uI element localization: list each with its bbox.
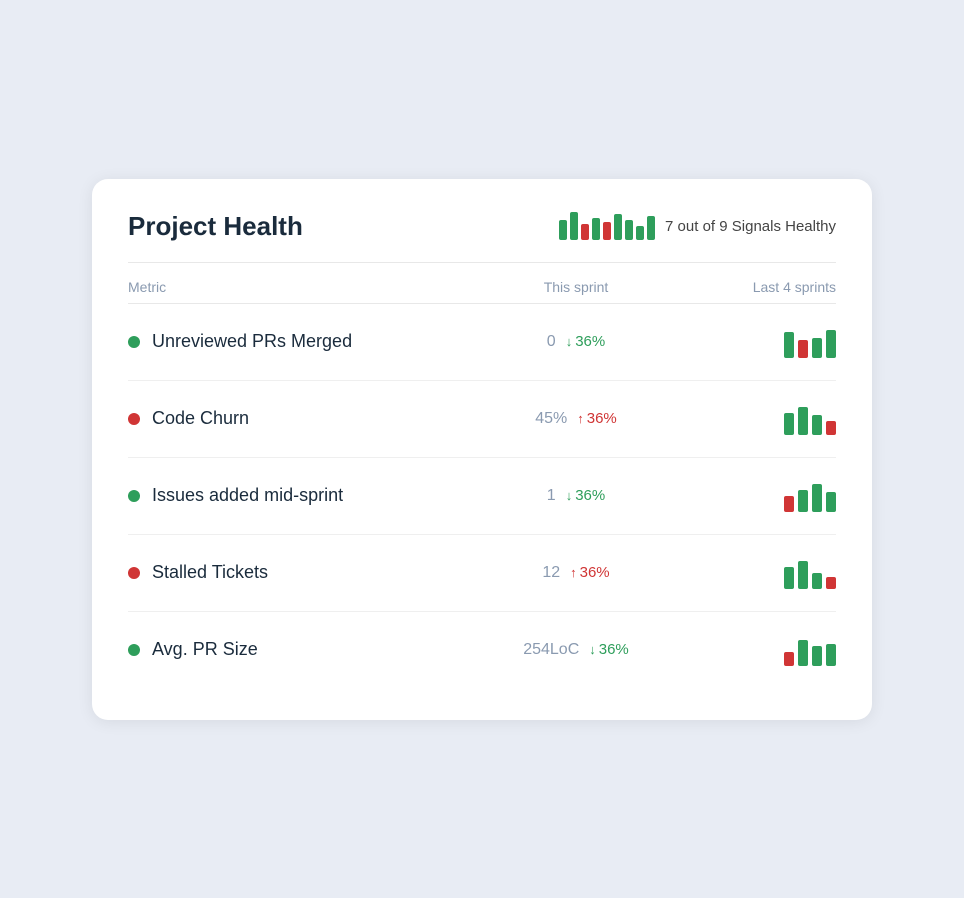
chart-bar [812,415,822,435]
table-row: Avg. PR Size 254LoC ↓36% [128,612,836,688]
signal-bar [570,212,578,240]
table-header: Metric This sprint Last 4 sprints [128,263,836,304]
arrow-down-icon: ↓ [566,334,573,349]
chart-bar [826,421,836,435]
table-row: Code Churn 45% ↑36% [128,381,836,458]
chart-bar [784,413,794,435]
metric-value: 45% [535,410,567,428]
chart-bar [826,644,836,666]
sparkbar-chart [676,480,836,512]
signal-bars [559,212,655,240]
sprint-value-cell: 0 ↓36% [476,333,676,351]
chart-bar [812,573,822,589]
change-percentage: 36% [575,333,605,350]
metric-label: Issues added mid-sprint [152,485,343,506]
signal-bar [636,226,644,240]
chart-bar [798,340,808,358]
change-percentage: 36% [575,487,605,504]
signal-bar [625,220,633,240]
table-row: Stalled Tickets 12 ↑36% [128,535,836,612]
table-row: Unreviewed PRs Merged 0 ↓36% [128,304,836,381]
chart-bar [812,646,822,666]
arrow-up-icon: ↑ [577,411,584,426]
status-dot [128,567,140,579]
signal-bar [614,214,622,240]
metric-change: ↓36% [566,333,606,350]
metric-value: 1 [547,487,556,505]
col-last-4: Last 4 sprints [676,279,836,295]
change-percentage: 36% [599,641,629,658]
metrics-table: Unreviewed PRs Merged0↓36%Code Churn45%↑… [128,304,836,688]
chart-bar [798,561,808,589]
metric-name-cell: Issues added mid-sprint [128,485,476,506]
metric-label: Avg. PR Size [152,639,258,660]
signal-bar [581,224,589,240]
sparkbar-chart [676,557,836,589]
metric-name-cell: Code Churn [128,408,476,429]
arrow-down-icon: ↓ [589,642,596,657]
col-metric: Metric [128,279,476,295]
chart-bar [826,492,836,512]
sprint-value-cell: 45% ↑36% [476,410,676,428]
card-title: Project Health [128,211,303,242]
metric-label: Stalled Tickets [152,562,268,583]
metric-value: 0 [547,333,556,351]
chart-bar [826,577,836,589]
chart-bar [798,640,808,666]
project-health-card: Project Health 7 out of 9 Signals Health… [92,179,872,720]
sparkbar-chart [676,326,836,358]
status-dot [128,413,140,425]
sprint-value-cell: 254LoC ↓36% [476,641,676,659]
status-dot [128,490,140,502]
metric-change: ↓36% [566,487,606,504]
metric-change: ↑36% [570,564,610,581]
signal-bar [592,218,600,240]
chart-bar [812,484,822,512]
card-header: Project Health 7 out of 9 Signals Health… [128,211,836,263]
signal-bar [559,220,567,240]
status-dot [128,336,140,348]
sprint-value-cell: 1 ↓36% [476,487,676,505]
signal-bar [647,216,655,240]
signals-text: 7 out of 9 Signals Healthy [665,218,836,235]
chart-bar [826,330,836,358]
sprint-value-cell: 12 ↑36% [476,564,676,582]
change-percentage: 36% [587,410,617,427]
sparkbar-chart [676,403,836,435]
chart-bar [798,407,808,435]
metric-value: 12 [542,564,560,582]
arrow-down-icon: ↓ [566,488,573,503]
metric-value: 254LoC [523,641,579,659]
sparkbar-chart [676,634,836,666]
metric-label: Unreviewed PRs Merged [152,331,352,352]
change-percentage: 36% [580,564,610,581]
chart-bar [784,652,794,666]
chart-bar [784,332,794,358]
col-this-sprint: This sprint [476,279,676,295]
status-dot [128,644,140,656]
signals-area: 7 out of 9 Signals Healthy [559,212,836,240]
chart-bar [784,496,794,512]
chart-bar [784,567,794,589]
metric-name-cell: Stalled Tickets [128,562,476,583]
chart-bar [798,490,808,512]
chart-bar [812,338,822,358]
metric-change: ↓36% [589,641,629,658]
signal-bar [603,222,611,240]
metric-label: Code Churn [152,408,249,429]
metric-change: ↑36% [577,410,617,427]
metric-name-cell: Avg. PR Size [128,639,476,660]
arrow-up-icon: ↑ [570,565,577,580]
metric-name-cell: Unreviewed PRs Merged [128,331,476,352]
table-row: Issues added mid-sprint 1 ↓36% [128,458,836,535]
